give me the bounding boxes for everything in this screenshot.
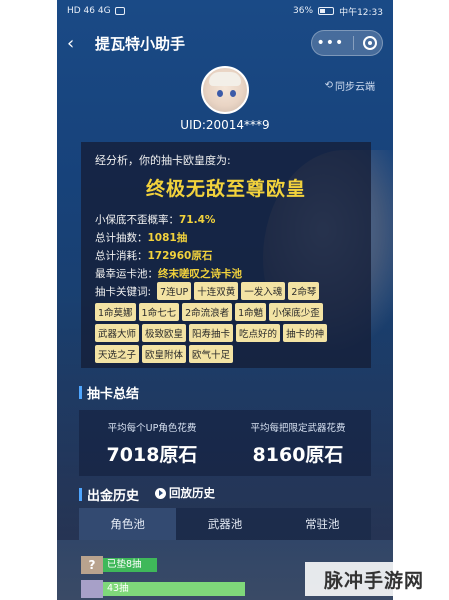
stat-row: 总计消耗：172960原石 — [95, 248, 212, 263]
analysis-card: 经分析，你的抽卡欧皇度为: 终极无敌至尊欧皇 小保底不歪概率：71.4% 总计抽… — [81, 142, 371, 368]
stat-label: 总计消耗： — [95, 250, 148, 262]
summary-right-value: 8160原石 — [252, 444, 344, 466]
pull-history-row[interactable]: ? 已垫8抽 — [81, 556, 245, 574]
keyword-chip: 7连UP — [157, 282, 192, 300]
summary-left-label: 平均每个UP角色花费 — [107, 423, 197, 434]
keyword-row: 1命莫娜 1命七七 2命流浪者 1命魈 小保底少歪 — [95, 303, 323, 321]
pull-history-row[interactable]: 43抽 — [81, 580, 245, 598]
summary-left-value: 7018原石 — [106, 444, 198, 466]
capsule-divider — [353, 36, 355, 50]
history-heading: 出金历史 — [79, 485, 139, 504]
play-icon — [155, 487, 166, 499]
avatar-eye-right — [230, 90, 236, 97]
analysis-intro: 经分析，你的抽卡欧皇度为: — [95, 154, 231, 167]
clock: 中午12:33 — [339, 7, 383, 18]
keyword-chip: 小保底少歪 — [269, 303, 323, 321]
stat-value: 1081抽 — [147, 232, 188, 244]
keyword-chip: 2命琴 — [288, 282, 320, 300]
keyword-chip: 1命莫娜 — [95, 303, 136, 321]
stat-value: 71.4% — [179, 214, 216, 226]
stat-label: 总计抽数： — [95, 232, 148, 244]
heading-accent-bar — [79, 386, 82, 399]
avatar-hair — [209, 72, 241, 86]
status-bar: HD 46 4G 36% 中午12:33 — [57, 0, 393, 22]
avatar[interactable] — [201, 66, 249, 114]
stat-label: 小保底不歪概率： — [95, 214, 179, 226]
keyword-chip: 阳寿抽卡 — [189, 324, 234, 342]
keyword-chip: 1命魈 — [235, 303, 267, 321]
status-left: HD 46 4G — [67, 6, 125, 16]
nav-bar: ‹ 提瓦特小助手 ••• — [57, 26, 393, 60]
summary-right: 平均每把限定武器花费 8160原石 — [225, 420, 371, 467]
pull-count-bar: 已垫8抽 — [103, 558, 157, 572]
stat-row: 总计抽数：1081抽 — [95, 230, 187, 245]
keyword-title: 抽卡关键词: — [95, 285, 152, 298]
target-close-icon[interactable] — [363, 36, 378, 50]
sync-label: 同步云端 — [335, 82, 375, 93]
avatar-eye-left — [217, 90, 223, 97]
page-title: 提瓦特小助手 — [95, 34, 186, 53]
keyword-chip: 武器大师 — [95, 324, 140, 342]
keyword-chip: 1命七七 — [138, 303, 180, 321]
keyword-chip: 2命流浪者 — [182, 303, 233, 321]
summary-heading: 抽卡总结 — [79, 383, 139, 402]
stat-value: 终末嗟叹之诗卡池 — [158, 268, 242, 280]
user-uid: UID:20014***9 — [180, 118, 270, 132]
heading-accent-bar — [79, 488, 82, 501]
playback-history-button[interactable]: 回放历史 — [155, 485, 215, 501]
verdict-title: 终极无敌至尊欧皇 — [145, 178, 306, 200]
playback-label: 回放历史 — [169, 486, 215, 500]
summary-right-label: 平均每把限定武器花费 — [250, 423, 346, 434]
battery-icon — [318, 7, 335, 15]
keyword-row: 抽卡关键词: 7连UP 十连双黄 一发入魂 2命琴 — [95, 282, 320, 300]
keyword-chip: 一发入魂 — [241, 282, 286, 300]
summary-title: 抽卡总结 — [87, 387, 140, 402]
tab-character-pool[interactable]: 角色池 — [79, 508, 177, 540]
stat-label: 最幸运卡池： — [95, 268, 158, 280]
battery-percent: 36% — [293, 6, 314, 16]
tab-weapon-pool[interactable]: 武器池 — [176, 508, 273, 540]
stat-value: 172960原石 — [147, 250, 213, 262]
summary-box: 平均每个UP角色花费 7018原石 平均每把限定武器花费 8160原石 — [79, 410, 371, 476]
keyword-chip: 欧皇附体 — [142, 345, 187, 363]
keyword-chip: 欧气十足 — [189, 345, 234, 363]
keyword-chip: 天选之子 — [95, 345, 140, 363]
unknown-character-thumb: ? — [81, 556, 103, 574]
keyword-row: 武器大师 极致欧皇 阳寿抽卡 吃点好的 抽卡的神 — [95, 324, 328, 342]
keyword-chip: 极致欧皇 — [142, 324, 187, 342]
chevron-left-icon[interactable]: ‹ — [67, 33, 89, 54]
keyword-row: 天选之子 欧皇附体 欧气十足 — [95, 345, 234, 363]
history-title: 出金历史 — [87, 489, 140, 504]
stat-row: 最幸运卡池：终末嗟叹之诗卡池 — [95, 266, 242, 281]
keyword-chip: 抽卡的神 — [283, 324, 328, 342]
site-watermark: 脉冲手游网 — [305, 562, 443, 596]
character-thumb — [81, 580, 103, 598]
tab-standard-pool[interactable]: 常驻池 — [274, 508, 371, 540]
summary-left: 平均每个UP角色花费 7018原石 — [79, 420, 225, 467]
keyword-chip: 十连双黄 — [194, 282, 239, 300]
mini-program-capsule: ••• — [311, 30, 383, 56]
pull-count-bar: 43抽 — [103, 582, 245, 596]
more-dots-icon[interactable]: ••• — [317, 35, 345, 51]
status-right: 36% 中午12:33 — [293, 5, 383, 18]
network-indicator: HD 46 4G — [67, 6, 111, 16]
pool-tabs: 角色池 武器池 常驻池 — [79, 508, 371, 540]
keyword-chip: 吃点好的 — [236, 324, 281, 342]
sync-cloud-button[interactable]: ⟲ 同步云端 — [325, 78, 375, 93]
stat-row: 小保底不歪概率：71.4% — [95, 212, 215, 227]
app-screen: HD 46 4G 36% 中午12:33 ‹ 提瓦特小助手 ••• ⟲ 同步云端… — [57, 0, 393, 600]
sync-icon: ⟲ — [324, 80, 333, 91]
signal-icon — [114, 7, 125, 15]
